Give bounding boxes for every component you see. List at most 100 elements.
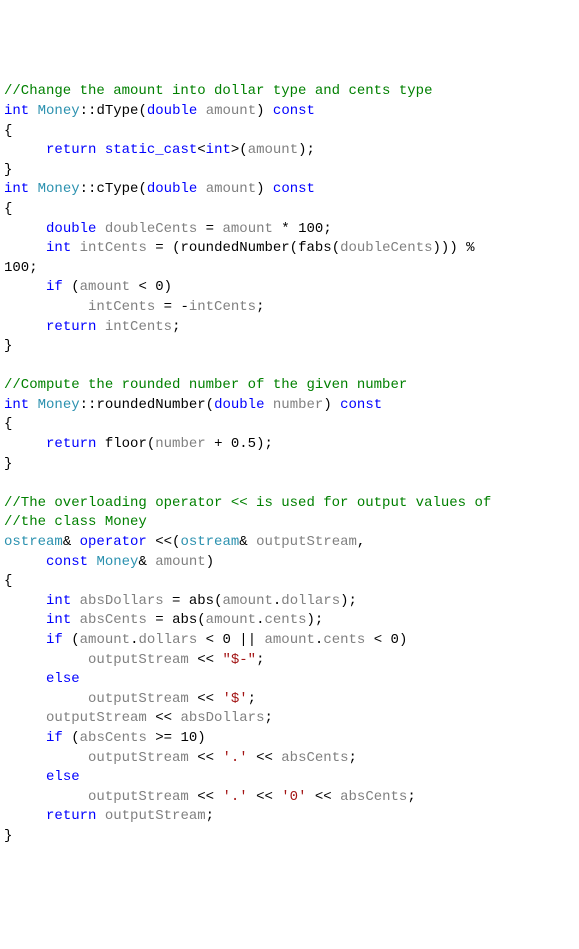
code-token: = [197,221,222,237]
code-token: << [189,691,223,707]
code-token: ) [256,103,273,119]
code-token: outputStream [105,808,206,824]
code-token: number [155,436,205,452]
code-token: << [189,750,223,766]
code-token: } [4,338,12,354]
code-token [264,397,272,413]
code-token: >( [231,142,248,158]
code-token: absCents [80,730,147,746]
code-token: int [4,181,29,197]
code-token: amount [155,554,205,570]
code-token [29,103,37,119]
code-token: ::cType( [80,181,147,197]
code-token: absDollars [180,710,264,726]
code-token [4,554,46,570]
code-token [4,319,46,335]
code-token: ) [256,181,273,197]
code-token [71,612,79,628]
code-token: < 0 || [197,632,264,648]
code-token: '.' [222,750,247,766]
code-token: { [4,123,12,139]
code-token: ))) % [433,240,483,256]
code-token: ; [264,710,272,726]
code-token: Money [96,554,138,570]
code-token: dollars [138,632,197,648]
code-token: intCents [88,299,155,315]
code-token [4,593,46,609]
code-token: ); [298,142,315,158]
code-token: int [46,240,71,256]
code-token: amount [80,632,130,648]
code-token: ) [206,554,214,570]
code-token: ); [340,593,357,609]
code-token: const [273,181,315,197]
code-token: double [46,221,96,237]
code-token: amount [206,181,256,197]
code-token: absCents [281,750,348,766]
code-token [4,808,46,824]
code-token: "$-" [222,652,256,668]
code-token: dollars [281,593,340,609]
code-token: ); [307,612,324,628]
code-token: { [4,416,12,432]
code-token: doubleCents [340,240,432,256]
code-token: & [239,534,256,550]
code-token: if [46,632,63,648]
code-token [96,808,104,824]
code-token: return [46,436,96,452]
code-token: << [248,750,282,766]
code-token [96,142,104,158]
code-token: amount [265,632,315,648]
code-token: >= 10) [147,730,206,746]
code-token: else [46,769,80,785]
code-token: intCents [189,299,256,315]
code-token: //The overloading operator << is used fo… [4,495,491,511]
code-token [4,142,46,158]
code-token: outputStream [88,691,189,707]
code-token: number [273,397,323,413]
code-token: * 100; [273,221,332,237]
code-token [4,436,46,452]
code-block: //Change the amount into dollar type and… [4,82,575,846]
code-token: & [63,534,80,550]
code-token: intCents [80,240,147,256]
code-token: ) [323,397,340,413]
code-token: const [273,103,315,119]
code-token: double [147,103,197,119]
code-token: const [340,397,382,413]
code-token: int [4,397,29,413]
code-token: ::roundedNumber( [80,397,214,413]
code-token: ( [63,632,80,648]
code-token: 100; [4,260,38,276]
code-token: ; [256,299,264,315]
code-token: outputStream [256,534,357,550]
code-token: doubleCents [105,221,197,237]
code-token: < 0) [130,279,172,295]
code-token: outputStream [88,750,189,766]
code-token: Money [38,397,80,413]
code-token [4,299,88,315]
code-token: ; [349,750,357,766]
code-token: '$' [222,691,247,707]
code-token: amount [206,612,256,628]
code-token: int [46,612,71,628]
code-token: cents [265,612,307,628]
code-token: amount [80,279,130,295]
code-token: < 0) [365,632,407,648]
code-token: if [46,730,63,746]
code-token: floor( [96,436,155,452]
code-token: else [46,671,80,687]
code-token: . [256,612,264,628]
code-token: Money [38,103,80,119]
code-token: ; [172,319,180,335]
code-token: int [206,142,231,158]
code-token: << [307,789,341,805]
code-token: amount [248,142,298,158]
code-token: = (roundedNumber(fabs( [147,240,340,256]
code-token [4,789,88,805]
code-token: } [4,162,12,178]
code-token: <<( [147,534,181,550]
code-token: amount [206,103,256,119]
code-token: outputStream [88,789,189,805]
code-token: //Change the amount into dollar type and… [4,83,432,99]
